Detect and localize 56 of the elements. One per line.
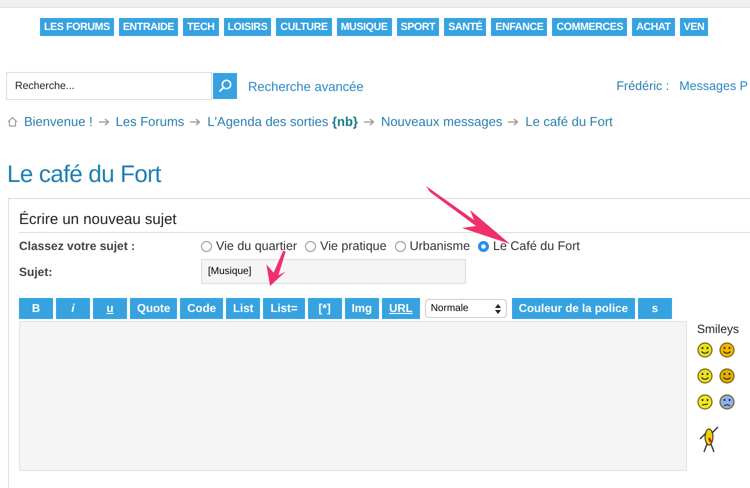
category-radio[interactable]: Urbanisme bbox=[394, 239, 470, 253]
smiley-icon[interactable] bbox=[719, 368, 735, 384]
breadcrumb-link[interactable]: Bienvenue ! bbox=[24, 114, 93, 129]
arrow-icon bbox=[98, 118, 110, 126]
nav-tab[interactable]: VEN bbox=[680, 18, 708, 36]
format-button[interactable]: i bbox=[56, 298, 90, 319]
page-title: Le café du Fort bbox=[7, 161, 162, 189]
breadcrumb-link[interactable]: Le café du Fort bbox=[525, 114, 613, 129]
smileys-label: Smileys bbox=[697, 322, 740, 336]
nav-tab[interactable]: CULTURE bbox=[276, 18, 332, 36]
user-name: Frédéric : bbox=[616, 79, 670, 93]
category-label: Classez votre sujet : bbox=[19, 239, 136, 253]
smiley-icon[interactable] bbox=[719, 342, 735, 358]
smiley-icon[interactable] bbox=[697, 368, 713, 384]
format-button[interactable]: s bbox=[638, 298, 672, 319]
nav-tab[interactable]: MUSIQUE bbox=[336, 18, 392, 36]
format-button[interactable]: Couleur de la police bbox=[512, 298, 635, 319]
format-button[interactable]: List= bbox=[263, 298, 305, 319]
format-button[interactable]: B bbox=[19, 298, 53, 319]
nav-tab[interactable]: COMMERCES bbox=[552, 18, 628, 36]
smiley-icon[interactable] bbox=[697, 394, 713, 410]
breadcrumb-link[interactable]: Les Forums bbox=[116, 114, 184, 129]
smiley-icon[interactable] bbox=[719, 394, 735, 410]
nav-tab[interactable]: ENTRAIDE bbox=[118, 18, 178, 36]
subject-label: Sujet: bbox=[19, 264, 54, 278]
search-field[interactable]: Recherche... bbox=[6, 72, 212, 100]
format-button[interactable]: Img bbox=[344, 298, 380, 319]
arrow-icon bbox=[190, 118, 202, 126]
advanced-search-link[interactable]: Recherche avancée bbox=[248, 78, 364, 94]
breadcrumb-link[interactable]: Nouveaux messages bbox=[380, 114, 502, 129]
home-icon bbox=[7, 116, 18, 127]
nav-tab[interactable]: TECH bbox=[183, 18, 219, 36]
nav-tab[interactable]: LES FORUMS bbox=[40, 18, 114, 36]
arrow-icon bbox=[508, 118, 520, 126]
breadcrumb-link[interactable]: L'Agenda des sorties {nb} bbox=[207, 114, 358, 129]
format-button[interactable]: URL bbox=[382, 298, 420, 319]
format-button[interactable]: List bbox=[226, 298, 260, 319]
category-radio[interactable]: Le Café du Fort bbox=[478, 239, 580, 253]
search-icon[interactable] bbox=[213, 73, 237, 99]
smiley-icon[interactable] bbox=[697, 342, 713, 358]
nav-tab[interactable]: SANTÉ bbox=[444, 18, 486, 36]
nav-tab[interactable]: ACHAT bbox=[632, 18, 675, 36]
category-radio[interactable]: Vie pratique bbox=[305, 239, 387, 253]
select-arrows-icon bbox=[494, 304, 501, 314]
arrow-icon bbox=[364, 118, 375, 126]
nav-tab[interactable]: LOISIRS bbox=[224, 18, 272, 36]
format-button[interactable]: Code bbox=[180, 298, 223, 319]
format-button[interactable]: [*] bbox=[308, 298, 342, 319]
font-size-select[interactable]: Normale bbox=[424, 299, 507, 318]
nav-tab[interactable]: SPORT bbox=[396, 18, 440, 36]
messages-link[interactable]: Messages P bbox=[679, 79, 748, 93]
format-button[interactable]: u bbox=[93, 298, 127, 319]
nav-tab[interactable]: ENFANCE bbox=[491, 18, 548, 36]
subject-field[interactable]: [Musique] bbox=[201, 259, 466, 284]
format-button[interactable]: Quote bbox=[130, 298, 178, 319]
category-radio[interactable]: Vie du quartier bbox=[201, 239, 298, 253]
